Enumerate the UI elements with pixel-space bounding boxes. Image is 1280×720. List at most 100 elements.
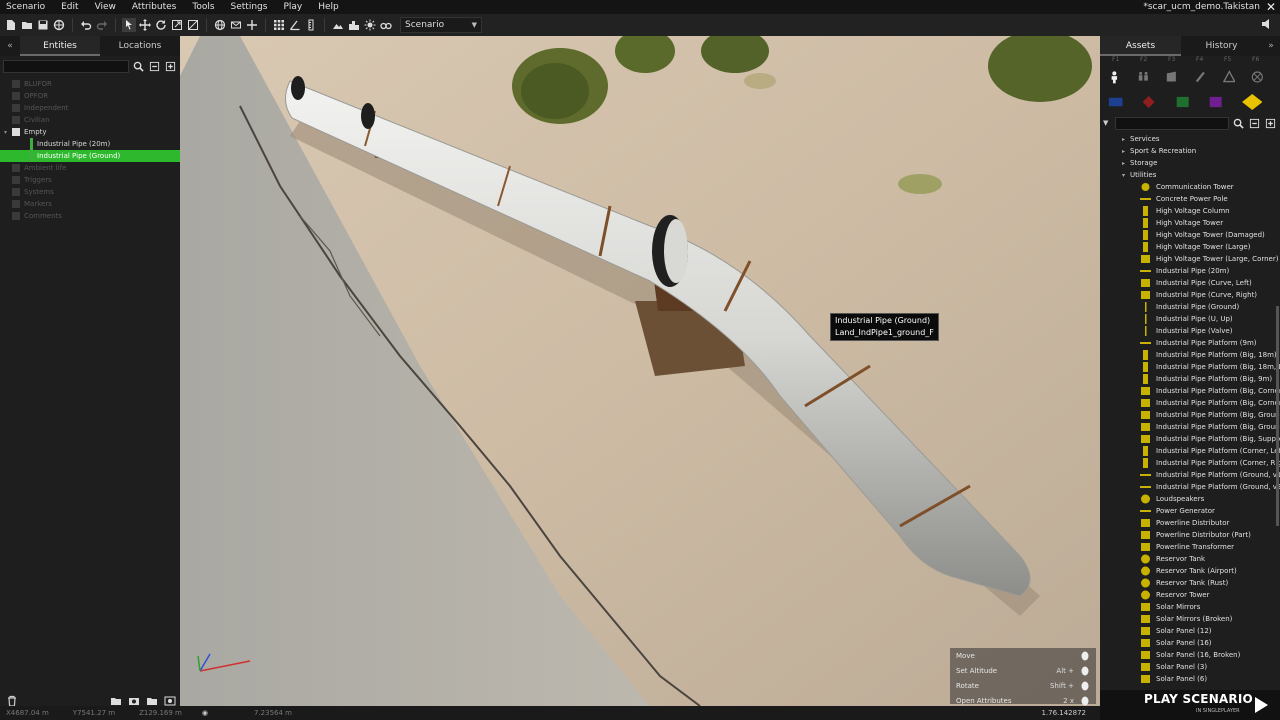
menu-settings[interactable]: Settings (223, 0, 276, 14)
crosshair-icon[interactable] (245, 18, 259, 32)
collapse-right-icon[interactable]: » (1262, 36, 1280, 56)
asset-category[interactable]: ▸ Services (1100, 133, 1280, 145)
open-folder-icon[interactable] (20, 18, 34, 32)
asset-item[interactable]: Industrial Pipe Platform (Ground, v2 (1100, 481, 1280, 493)
world-icon[interactable] (213, 18, 227, 32)
tab-entities[interactable]: Entities (20, 36, 100, 56)
expand-all-icon[interactable] (1264, 117, 1277, 130)
play-scenario-button[interactable]: PLAY SCENARIO IN SINGLEPLAYER (1100, 690, 1280, 720)
undo-icon[interactable] (79, 18, 93, 32)
tab-locations[interactable]: Locations (100, 36, 180, 56)
entity-tree-item[interactable]: Industrial Pipe (20m) (0, 138, 180, 150)
snap-grid-icon[interactable] (186, 18, 200, 32)
save-icon[interactable] (36, 18, 50, 32)
ruler-icon[interactable] (304, 18, 318, 32)
move-icon[interactable] (138, 18, 152, 32)
rotate-icon[interactable] (154, 18, 168, 32)
select-cursor-icon[interactable] (122, 18, 136, 32)
asset-item[interactable]: Concrete Power Pole (1100, 193, 1280, 205)
modules-icon[interactable] (1222, 70, 1236, 84)
groups-icon[interactable] (1137, 70, 1150, 84)
expand-arrow-icon[interactable]: ▾ (4, 129, 12, 136)
asset-item[interactable]: Powerline Distributor (1100, 517, 1280, 529)
buildings-icon[interactable] (347, 18, 361, 32)
folder-icon[interactable] (12, 128, 20, 136)
asset-item[interactable]: Solar Mirrors (1100, 601, 1280, 613)
asset-item[interactable]: Communication Tower (1100, 181, 1280, 193)
asset-item[interactable]: Industrial Pipe (Ground) (1100, 301, 1280, 313)
entity-tree-item[interactable]: OPFOR (0, 90, 180, 102)
entity-tree-item[interactable]: Comments (0, 210, 180, 222)
asset-item[interactable]: Industrial Pipe (Curve, Right) (1100, 289, 1280, 301)
asset-item[interactable]: Industrial Pipe Platform (Big, Ground (1100, 409, 1280, 421)
map-icon[interactable] (229, 18, 243, 32)
3d-viewport[interactable]: Industrial Pipe (Ground) Land_IndPipe1_g… (180, 36, 1100, 706)
menu-play[interactable]: Play (275, 0, 310, 14)
globe-icon[interactable] (52, 18, 66, 32)
folder-icon[interactable] (12, 116, 20, 124)
close-icon[interactable]: ✕ (1266, 0, 1276, 14)
asset-category[interactable]: ▸ Storage (1100, 157, 1280, 169)
asset-item[interactable]: Industrial Pipe (20m) (1100, 265, 1280, 277)
asset-item[interactable]: Solar Panel (16, Broken) (1100, 649, 1280, 661)
asset-item[interactable]: High Voltage Column (1100, 205, 1280, 217)
asset-item[interactable]: Industrial Pipe Platform (Big, 18m) (1100, 349, 1280, 361)
asset-item[interactable]: Industrial Pipe Platform (Big, Corner, (1100, 385, 1280, 397)
menu-attributes[interactable]: Attributes (124, 0, 184, 14)
asset-item[interactable]: Reservor Tank (Rust) (1100, 577, 1280, 589)
sun-icon[interactable] (363, 18, 377, 32)
units-icon[interactable] (1108, 70, 1121, 84)
screenshot-icon[interactable] (164, 692, 176, 706)
grid-icon[interactable] (272, 18, 286, 32)
asset-item[interactable]: High Voltage Tower (Damaged) (1100, 229, 1280, 241)
trash-icon[interactable] (6, 692, 18, 707)
entity-tree-item[interactable]: BLUFOR (0, 78, 180, 90)
chevron-down-icon[interactable]: ▾ (1122, 172, 1130, 179)
markers-icon[interactable] (1251, 70, 1264, 84)
tab-assets[interactable]: Assets (1100, 36, 1181, 56)
menu-view[interactable]: View (87, 0, 124, 14)
collapse-all-icon[interactable] (148, 60, 161, 73)
asset-item[interactable]: Solar Panel (6) (1100, 673, 1280, 685)
folder-icon[interactable] (146, 692, 158, 705)
filter-dropdown-icon[interactable]: ▼ (1103, 119, 1115, 127)
folder-icon[interactable] (12, 164, 20, 172)
redo-icon[interactable] (95, 18, 109, 32)
asset-category[interactable]: ▸ Sport & Recreation (1100, 145, 1280, 157)
folder-icon[interactable] (12, 176, 20, 184)
asset-item[interactable]: Reservor Tank (1100, 553, 1280, 565)
entity-tree-item[interactable]: Ambient life (0, 162, 180, 174)
asset-item[interactable]: Solar Panel (3) (1100, 661, 1280, 673)
waypoints-icon[interactable] (1194, 70, 1207, 84)
asset-item[interactable]: High Voltage Tower (Large, Corner) (1100, 253, 1280, 265)
entity-tree-item[interactable]: ▾ Empty (0, 126, 180, 138)
collapse-left-icon[interactable]: « (0, 36, 20, 56)
camera-icon[interactable] (128, 692, 140, 705)
asset-item[interactable]: Industrial Pipe Platform (Corner, Left (1100, 445, 1280, 457)
menu-help[interactable]: Help (310, 0, 347, 14)
entity-tree-item[interactable]: Independent (0, 102, 180, 114)
scale-icon[interactable] (170, 18, 184, 32)
asset-item[interactable]: Industrial Pipe Platform (Corner, Rig (1100, 457, 1280, 469)
entity-tree-item[interactable]: Industrial Pipe (Ground) (0, 150, 180, 162)
angle-icon[interactable] (288, 18, 302, 32)
blufor-faction-icon[interactable] (1108, 95, 1123, 109)
empty-faction-icon[interactable] (1241, 91, 1263, 113)
search-icon[interactable] (132, 60, 145, 73)
asset-item[interactable]: Powerline Transformer (1100, 541, 1280, 553)
asset-item[interactable]: Industrial Pipe (Curve, Left) (1100, 277, 1280, 289)
asset-item[interactable]: High Voltage Tower (Large) (1100, 241, 1280, 253)
asset-item[interactable]: Solar Panel (12) (1100, 625, 1280, 637)
asset-item[interactable]: Reservor Tower (1100, 589, 1280, 601)
asset-category[interactable]: ▾ Utilities (1100, 169, 1280, 181)
asset-item[interactable]: Industrial Pipe Platform (9m) (1100, 337, 1280, 349)
collapse-all-icon[interactable] (1248, 117, 1261, 130)
asset-item[interactable]: Industrial Pipe Platform (Ground, v1 (1100, 469, 1280, 481)
asset-item[interactable]: Power Generator (1100, 505, 1280, 517)
asset-item[interactable]: Industrial Pipe (U, Up) (1100, 313, 1280, 325)
entity-tree-item[interactable]: Civilian (0, 114, 180, 126)
menu-edit[interactable]: Edit (53, 0, 86, 14)
asset-scrollbar[interactable] (1276, 306, 1279, 526)
search-icon[interactable] (1232, 117, 1245, 130)
assets-search-input[interactable] (1115, 116, 1229, 130)
